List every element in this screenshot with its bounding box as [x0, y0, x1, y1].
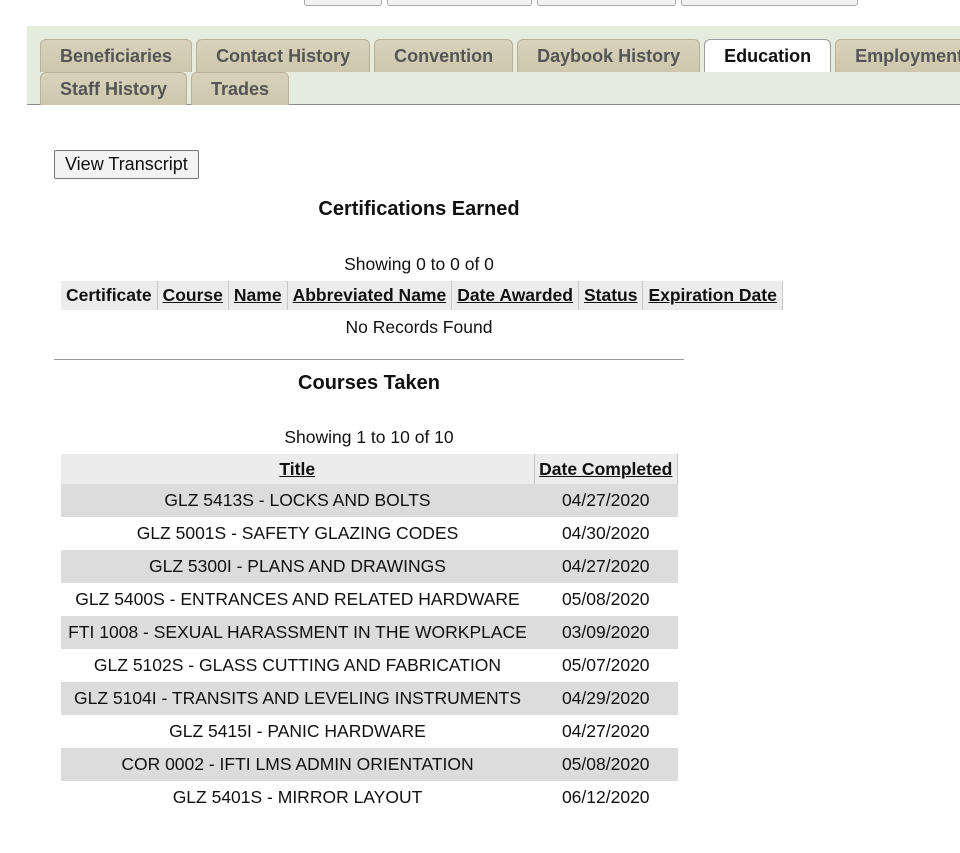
certifications-title: Certifications Earned: [318, 198, 520, 220]
table-row: GLZ 5001S - SAFETY GLAZING CODES 04/30/2…: [61, 517, 678, 550]
tab-bar: Beneficiaries Contact History Convention…: [27, 26, 960, 105]
col-date-completed-link[interactable]: Date Completed: [534, 454, 678, 484]
course-date-cell: 04/27/2020: [561, 721, 650, 741]
tab-contact-history[interactable]: Contact History: [196, 39, 371, 72]
tab-row-2: Staff History Trades: [40, 72, 293, 105]
course-date-cell: 04/30/2020: [561, 523, 650, 543]
table-row: GLZ 5104I - TRANSITS AND LEVELING INSTRU…: [61, 682, 678, 715]
certifications-table: Certificate Course Name Abbreviated Name…: [61, 281, 783, 310]
table-row: GLZ 5413S - LOCKS AND BOLTS 04/27/2020: [61, 484, 678, 517]
course-title-cell: GLZ 5104I - TRANSITS AND LEVELING INSTRU…: [61, 682, 534, 715]
course-title-cell: GLZ 5300I - PLANS AND DRAWINGS: [61, 550, 534, 583]
table-row: GLZ 5415I - PANIC HARDWARE 04/27/2020: [61, 715, 678, 748]
course-title-cell: GLZ 5001S - SAFETY GLAZING CODES: [136, 523, 459, 543]
certifications-header-row: Certificate Course Name Abbreviated Name…: [61, 281, 783, 310]
courses-showing: Showing 1 to 10 of 10: [284, 427, 454, 447]
course-title-cell: GLZ 5413S - LOCKS AND BOLTS: [61, 484, 534, 517]
courses-header-row: Title Date Completed: [61, 454, 678, 484]
table-row: COR 0002 - IFTI LMS ADMIN ORIENTATION 05…: [61, 748, 678, 781]
top-button-2[interactable]: [387, 0, 532, 6]
course-date-cell: 04/27/2020: [534, 484, 678, 517]
sort-name-link[interactable]: Name: [234, 285, 282, 305]
sort-course-link[interactable]: Course: [163, 285, 223, 305]
sort-expiration-date-link[interactable]: Expiration Date: [648, 285, 776, 305]
courses-table: Title Date Completed GLZ 5413S - LOCKS A…: [61, 454, 678, 814]
course-date-cell: 04/27/2020: [534, 550, 678, 583]
no-records-message: No Records Found: [345, 317, 493, 337]
course-title-cell: GLZ 5415I - PANIC HARDWARE: [169, 721, 426, 741]
col-status[interactable]: Status: [578, 281, 644, 310]
course-date-cell: 03/09/2020: [534, 616, 678, 649]
table-row: GLZ 5400S - ENTRANCES AND RELATED HARDWA…: [61, 583, 678, 616]
tab-staff-history[interactable]: Staff History: [40, 72, 188, 105]
table-row: GLZ 5102S - GLASS CUTTING AND FABRICATIO…: [61, 649, 678, 682]
table-row: GLZ 5401S - MIRROR LAYOUT 06/12/2020: [61, 781, 678, 814]
view-transcript-button[interactable]: View Transcript: [54, 150, 199, 179]
tab-beneficiaries[interactable]: Beneficiaries: [40, 39, 193, 72]
course-title-cell: COR 0002 - IFTI LMS ADMIN ORIENTATION: [61, 748, 534, 781]
course-title-cell: GLZ 5401S - MIRROR LAYOUT: [172, 787, 423, 807]
course-title-cell: GLZ 5400S - ENTRANCES AND RELATED HARDWA…: [75, 589, 520, 609]
top-button-strip: [0, 0, 960, 6]
section-divider: [54, 359, 684, 360]
tab-employment[interactable]: Employment: [835, 39, 960, 72]
course-date-cell: 05/07/2020: [561, 655, 650, 675]
top-button-1[interactable]: [304, 0, 382, 6]
col-title-link[interactable]: Title: [61, 454, 535, 484]
col-expiration-date[interactable]: Expiration Date: [642, 281, 783, 310]
tab-education[interactable]: Education: [704, 39, 832, 72]
certifications-showing: Showing 0 to 0 of 0: [344, 254, 494, 274]
course-title-cell: GLZ 5102S - GLASS CUTTING AND FABRICATIO…: [93, 655, 502, 675]
table-row: FTI 1008 - SEXUAL HARASSMENT IN THE WORK…: [61, 616, 678, 649]
course-date-cell: 05/08/2020: [561, 589, 650, 609]
tab-convention[interactable]: Convention: [374, 39, 514, 72]
sort-abbreviated-name-link[interactable]: Abbreviated Name: [293, 285, 447, 305]
col-certificate: Certificate: [61, 281, 158, 310]
course-date-cell: 04/29/2020: [534, 682, 678, 715]
course-date-cell: 05/08/2020: [534, 748, 678, 781]
col-course[interactable]: Course: [157, 281, 229, 310]
tab-row-1: Beneficiaries Contact History Convention…: [40, 39, 960, 72]
tab-trades[interactable]: Trades: [191, 72, 290, 105]
tab-daybook-history[interactable]: Daybook History: [517, 39, 701, 72]
col-name[interactable]: Name: [228, 281, 288, 310]
course-title-cell: FTI 1008 - SEXUAL HARASSMENT IN THE WORK…: [61, 616, 534, 649]
top-button-3[interactable]: [537, 0, 676, 6]
sort-date-awarded-link[interactable]: Date Awarded: [457, 285, 573, 305]
table-row: GLZ 5300I - PLANS AND DRAWINGS 04/27/202…: [61, 550, 678, 583]
courses-title: Courses Taken: [298, 372, 440, 394]
sort-status-link[interactable]: Status: [584, 285, 637, 305]
course-date-cell: 06/12/2020: [561, 787, 650, 807]
col-abbreviated-name[interactable]: Abbreviated Name: [287, 281, 453, 310]
col-date-awarded[interactable]: Date Awarded: [451, 281, 579, 310]
top-button-4[interactable]: [681, 0, 858, 6]
